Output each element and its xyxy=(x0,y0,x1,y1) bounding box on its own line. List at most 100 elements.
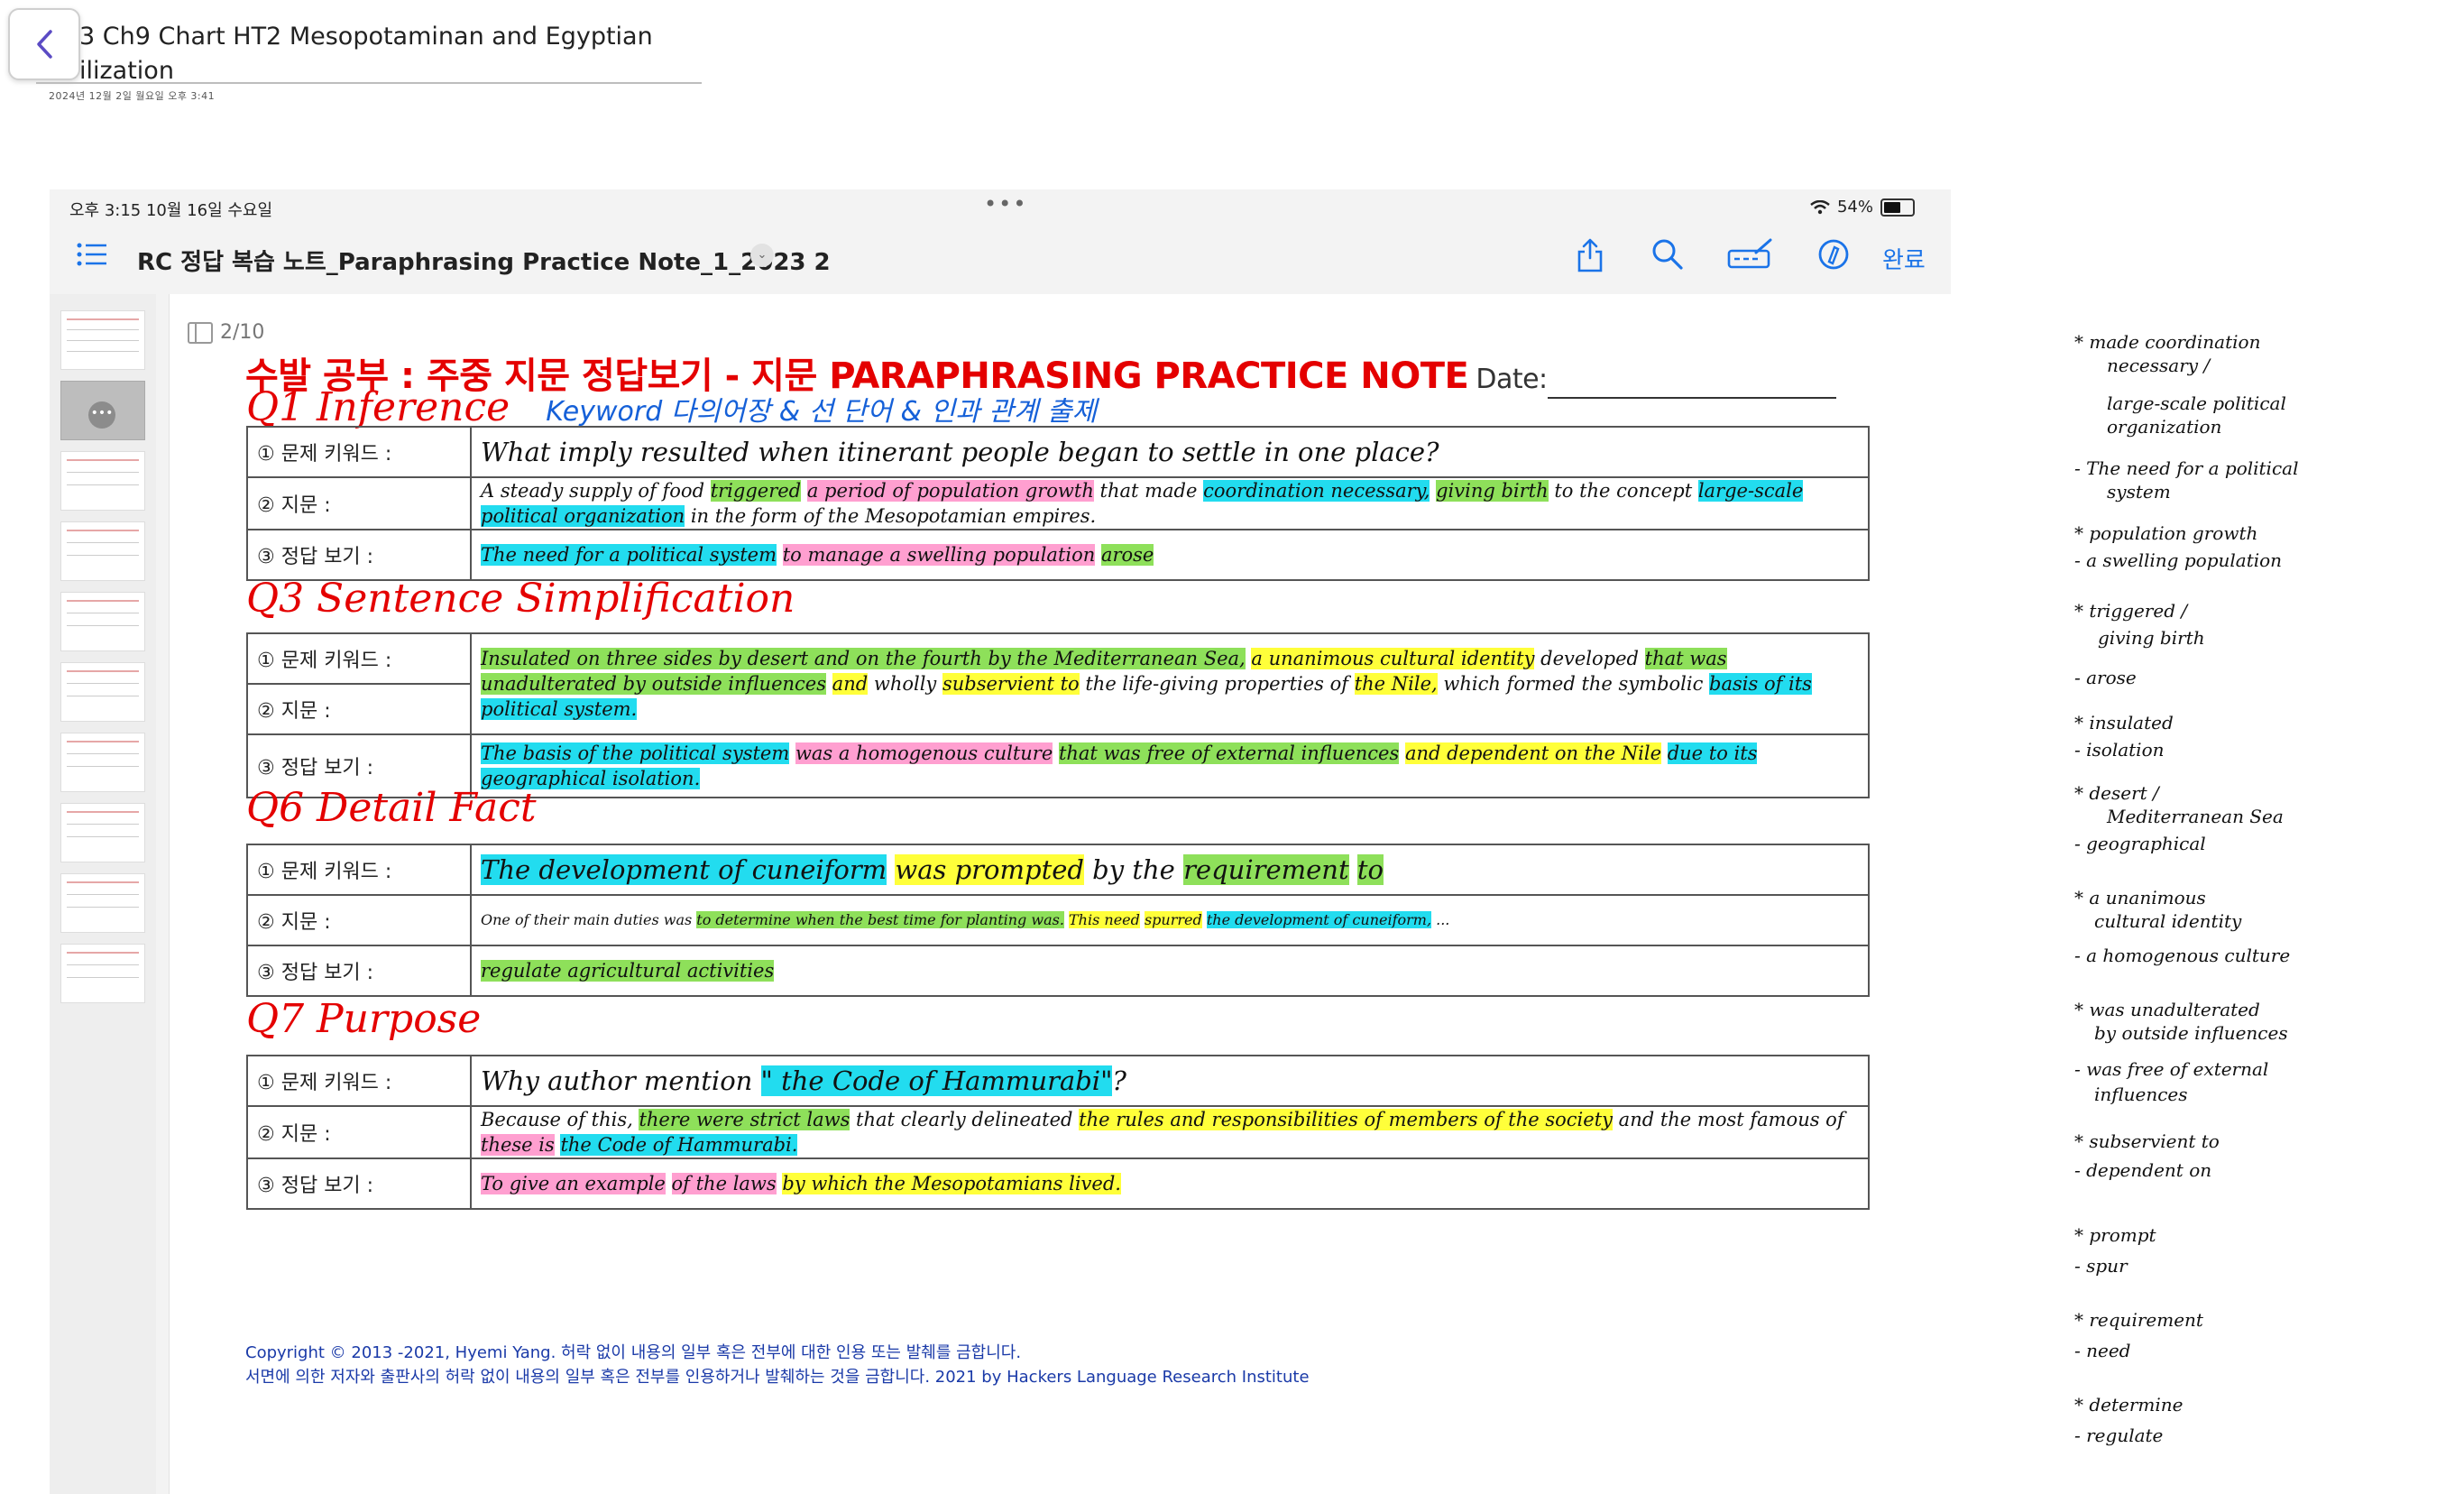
q7-answer: To give an example of the laws by which … xyxy=(470,1157,1870,1210)
status-battery: 54% xyxy=(1810,198,1915,217)
q6-table: ① 문제 키워드 : The development of cuneiform … xyxy=(246,844,1870,997)
q1-passage: A steady supply of food triggered a peri… xyxy=(470,476,1870,530)
note-line: - isolation xyxy=(2074,739,2165,761)
note-line: * a unanimous xyxy=(2074,887,2206,908)
back-button[interactable] xyxy=(8,8,80,80)
note-line: * made coordination xyxy=(2074,331,2261,353)
document-date: 2024년 12월 2일 월요일 오후 3:41 xyxy=(49,90,216,102)
note-line: * population growth xyxy=(2074,522,2258,544)
note-line: - a homogenous culture xyxy=(2074,945,2291,966)
note-line: * triggered / xyxy=(2074,600,2188,622)
note-line: - dependent on xyxy=(2074,1159,2212,1181)
answer-label: ③ 정답 보기 : xyxy=(246,945,472,997)
chevron-left-icon xyxy=(37,30,52,59)
date-label: Date: xyxy=(1476,364,1548,395)
q1-heading: Q1 Inference Keyword 다의어장 & 선 단어 & 인과 관계 … xyxy=(246,384,1098,430)
share-icon[interactable] xyxy=(1576,238,1604,272)
note-line: * subservient to xyxy=(2074,1130,2220,1152)
q7-keyword: Why author mention " the Code of Hammura… xyxy=(470,1055,1870,1107)
copyright-notice: Copyright © 2013 -2021, Hyemi Yang. 허락 없… xyxy=(245,1343,1310,1387)
note-line: large-scale political xyxy=(2107,392,2286,414)
note-line: necessary / xyxy=(2107,355,2211,376)
status-time: 오후 3:15 10월 16일 수요일 xyxy=(69,201,273,220)
wifi-icon xyxy=(1810,199,1830,214)
note-line: * prompt xyxy=(2074,1224,2156,1246)
page-thumbnail-selected[interactable]: ••• xyxy=(60,381,145,440)
passage-label: ② 지문 : xyxy=(246,894,472,946)
q3-answer: The basis of the political system was a … xyxy=(470,733,1870,798)
page-thumbnail[interactable] xyxy=(60,592,145,651)
done-button[interactable]: 완료 xyxy=(1882,242,1926,275)
note-line: - was free of external xyxy=(2074,1058,2269,1080)
note-line: - The need for a political xyxy=(2074,457,2299,479)
pen-tool-icon[interactable] xyxy=(1727,238,1774,271)
q7-passage: Because of this, there were strict laws … xyxy=(470,1105,1870,1159)
page-thumbnail[interactable] xyxy=(60,662,145,722)
page-thumbnail[interactable] xyxy=(60,310,145,370)
battery-percent: 54% xyxy=(1836,198,1873,217)
keyword-label: ① 문제 키워드 : xyxy=(246,426,472,478)
embedded-screenshot: 오후 3:15 10월 16일 수요일 ••• 54% RC 정답 복습 노트_… xyxy=(50,189,1951,1494)
answer-label: ③ 정답 보기 : xyxy=(246,529,472,581)
note-page: 2/10 수발 공부 : 주중 지문 정답보기 - 지문 PARAPHRASIN… xyxy=(170,294,1951,1494)
q3-keyword: Insulated on three sides by desert and o… xyxy=(470,632,1870,735)
list-icon[interactable] xyxy=(77,242,107,267)
note-line: influences xyxy=(2094,1084,2188,1105)
note-line: - a swelling population xyxy=(2074,549,2283,571)
multitask-dots[interactable]: ••• xyxy=(984,191,1027,217)
page-thumbnail[interactable] xyxy=(60,873,145,933)
chevron-down-icon[interactable]: ⌄ xyxy=(750,244,774,267)
more-icon[interactable]: ••• xyxy=(88,401,115,429)
q3-table: ① 문제 키워드 : Insulated on three sides by d… xyxy=(246,632,1870,798)
battery-icon xyxy=(1880,198,1915,217)
notes-toolbar: RC 정답 복습 노트_Paraphrasing Practice Note_1… xyxy=(50,226,1951,285)
keyword-label: ① 문제 키워드 : xyxy=(246,1055,472,1107)
note-line: - regulate xyxy=(2074,1425,2164,1446)
sidebar-icon xyxy=(188,321,213,344)
passage-label: ② 지문 : xyxy=(246,683,472,735)
q6-answer: regulate agricultural activities xyxy=(470,945,1870,997)
note-line: giving birth xyxy=(2098,627,2205,649)
q6-keyword: The development of cuneiform was prompte… xyxy=(470,844,1870,896)
keyword-label: ① 문제 키워드 : xyxy=(246,632,472,685)
note-line: * insulated xyxy=(2074,712,2174,733)
markup-icon[interactable] xyxy=(1817,238,1850,271)
note-line: * requirement xyxy=(2074,1309,2203,1331)
page-thumbnail[interactable] xyxy=(60,521,145,581)
page-thumbnail[interactable] xyxy=(60,733,145,792)
note-line: * determine xyxy=(2074,1394,2184,1416)
q6-heading: Q6 Detail Fact xyxy=(246,785,537,831)
passage-label: ② 지문 : xyxy=(246,476,472,530)
q7-heading: Q7 Purpose xyxy=(246,996,482,1042)
document-title: 3 Ch9 Chart HT2 Mesopotaminan and Egypti… xyxy=(79,23,653,85)
answer-label: ③ 정답 보기 : xyxy=(246,1157,472,1210)
search-icon[interactable] xyxy=(1651,238,1684,271)
q1-keyword: What imply resulted when itinerant peopl… xyxy=(470,426,1870,478)
passage-label: ② 지문 : xyxy=(246,1105,472,1159)
q3-heading: Q3 Sentence Simplification xyxy=(246,576,795,622)
note-line: * was unadulterated xyxy=(2074,999,2260,1020)
q7-table: ① 문제 키워드 : Why author mention " the Code… xyxy=(246,1055,1870,1210)
note-line: by outside influences xyxy=(2094,1022,2288,1044)
keyword-label: ① 문제 키워드 : xyxy=(246,844,472,896)
q1-table: ① 문제 키워드 : What imply resulted when itin… xyxy=(246,426,1870,581)
notebook-title[interactable]: RC 정답 복습 노트_Paraphrasing Practice Note_1… xyxy=(137,244,831,277)
note-line: system xyxy=(2107,481,2171,503)
note-line: organization xyxy=(2107,416,2222,438)
status-bar: 오후 3:15 10월 16일 수요일 ••• 54% xyxy=(50,189,1951,224)
date-line xyxy=(1547,370,1836,399)
q6-passage: One of their main duties was to determin… xyxy=(470,894,1870,946)
note-line: - spur xyxy=(2074,1255,2128,1277)
q1-answer: The need for a political system to manag… xyxy=(470,529,1870,581)
page-thumbnails: ••• xyxy=(50,294,156,1494)
note-line: Mediterranean Sea xyxy=(2107,806,2284,827)
page-indicator: 2/10 xyxy=(188,321,264,344)
note-line: cultural identity xyxy=(2094,910,2242,932)
note-line: * desert / xyxy=(2074,782,2159,804)
q1-note: Keyword 다의어장 & 선 단어 & 인과 관계 출제 xyxy=(546,396,1098,428)
page-thumbnail[interactable] xyxy=(60,944,145,1003)
page-thumbnail[interactable] xyxy=(60,803,145,862)
note-line: - arose xyxy=(2074,667,2137,688)
note-line: - geographical xyxy=(2074,833,2206,854)
page-thumbnail[interactable] xyxy=(60,451,145,511)
